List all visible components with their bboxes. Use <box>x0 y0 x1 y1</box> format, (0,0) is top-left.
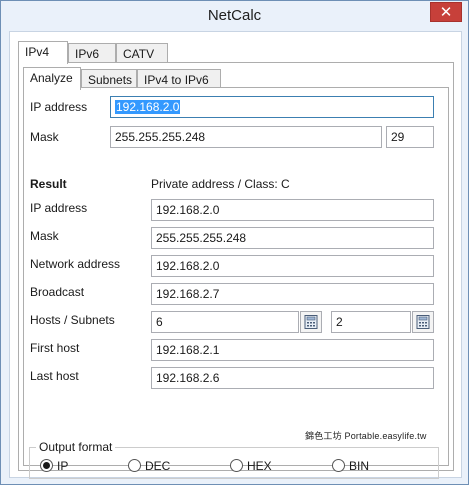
tab-subnets[interactable]: Subnets <box>81 69 137 89</box>
calculator-icon <box>416 315 430 329</box>
radio-hex-indicator <box>230 459 243 472</box>
tab-analyze[interactable]: Analyze <box>23 67 81 90</box>
radio-bin-indicator <box>332 459 345 472</box>
ipv4-panel: Analyze Subnets IPv4 to IPv6 IP address … <box>18 62 454 479</box>
last-host-field[interactable]: 192.168.2.6 <box>151 367 434 389</box>
output-format-title: Output format <box>36 440 116 454</box>
radio-dec-indicator <box>128 459 141 472</box>
result-ip-label: IP address <box>30 201 88 215</box>
close-button[interactable]: ✕ <box>430 2 462 22</box>
tab-ipv4[interactable]: IPv4 <box>18 41 68 64</box>
tab-ipv4-to-ipv6[interactable]: IPv4 to IPv6 <box>137 69 221 89</box>
window-title: NetCalc <box>207 7 262 24</box>
calculator-icon <box>304 315 318 329</box>
result-ip-field[interactable]: 192.168.2.0 <box>151 199 434 221</box>
watermark-text: 錦色工坊 Portable.easylife.tw <box>305 431 427 441</box>
mask-label: Mask <box>30 130 59 144</box>
hosts-calculator-button[interactable] <box>300 311 322 333</box>
mask-input[interactable]: 255.255.255.248 <box>110 126 382 148</box>
output-format-group: Output format IP DEC HEX BIN <box>29 440 439 479</box>
network-address-label: Network address <box>30 257 121 271</box>
radio-ip-indicator <box>40 459 53 472</box>
radio-hex-label: HEX <box>247 459 272 473</box>
close-icon: ✕ <box>439 3 453 21</box>
tab-ipv6[interactable]: IPv6 <box>68 43 116 63</box>
radio-bin-label: BIN <box>349 459 370 473</box>
netcalc-window: NetCalc ✕ IPv4 IPv6 CATV Analyze Subnets… <box>0 0 469 485</box>
result-mask-label: Mask <box>30 229 59 243</box>
last-host-label: Last host <box>30 369 79 383</box>
radio-dec-label: DEC <box>145 459 171 473</box>
ip-address-label: IP address <box>30 100 88 114</box>
first-host-label: First host <box>30 341 80 355</box>
result-mask-field[interactable]: 255.255.255.248 <box>151 227 434 249</box>
broadcast-field[interactable]: 192.168.2.7 <box>151 283 434 305</box>
analyze-panel: IP address 192.168.2.0 Mask 255.255.255.… <box>23 87 449 466</box>
ip-address-input[interactable]: 192.168.2.0 <box>110 96 434 118</box>
network-address-field[interactable]: 192.168.2.0 <box>151 255 434 277</box>
ip-address-input-value: 192.168.2.0 <box>115 100 181 114</box>
radio-ip-label: IP <box>57 459 69 473</box>
title-bar[interactable]: NetCalc ✕ <box>1 1 468 31</box>
first-host-field[interactable]: 192.168.2.1 <box>151 339 434 361</box>
client-area: IPv4 IPv6 CATV Analyze Subnets IPv4 to I… <box>9 31 462 479</box>
result-heading: Result <box>30 177 67 191</box>
hosts-field[interactable]: 6 <box>151 311 299 333</box>
prefix-input[interactable]: 29 <box>386 126 434 148</box>
subnets-calculator-button[interactable] <box>412 311 434 333</box>
result-summary: Private address / Class: C <box>151 177 290 191</box>
tab-catv[interactable]: CATV <box>116 43 168 63</box>
subnets-field[interactable]: 2 <box>331 311 411 333</box>
hosts-subnets-label: Hosts / Subnets <box>30 313 115 327</box>
broadcast-label: Broadcast <box>30 285 85 299</box>
